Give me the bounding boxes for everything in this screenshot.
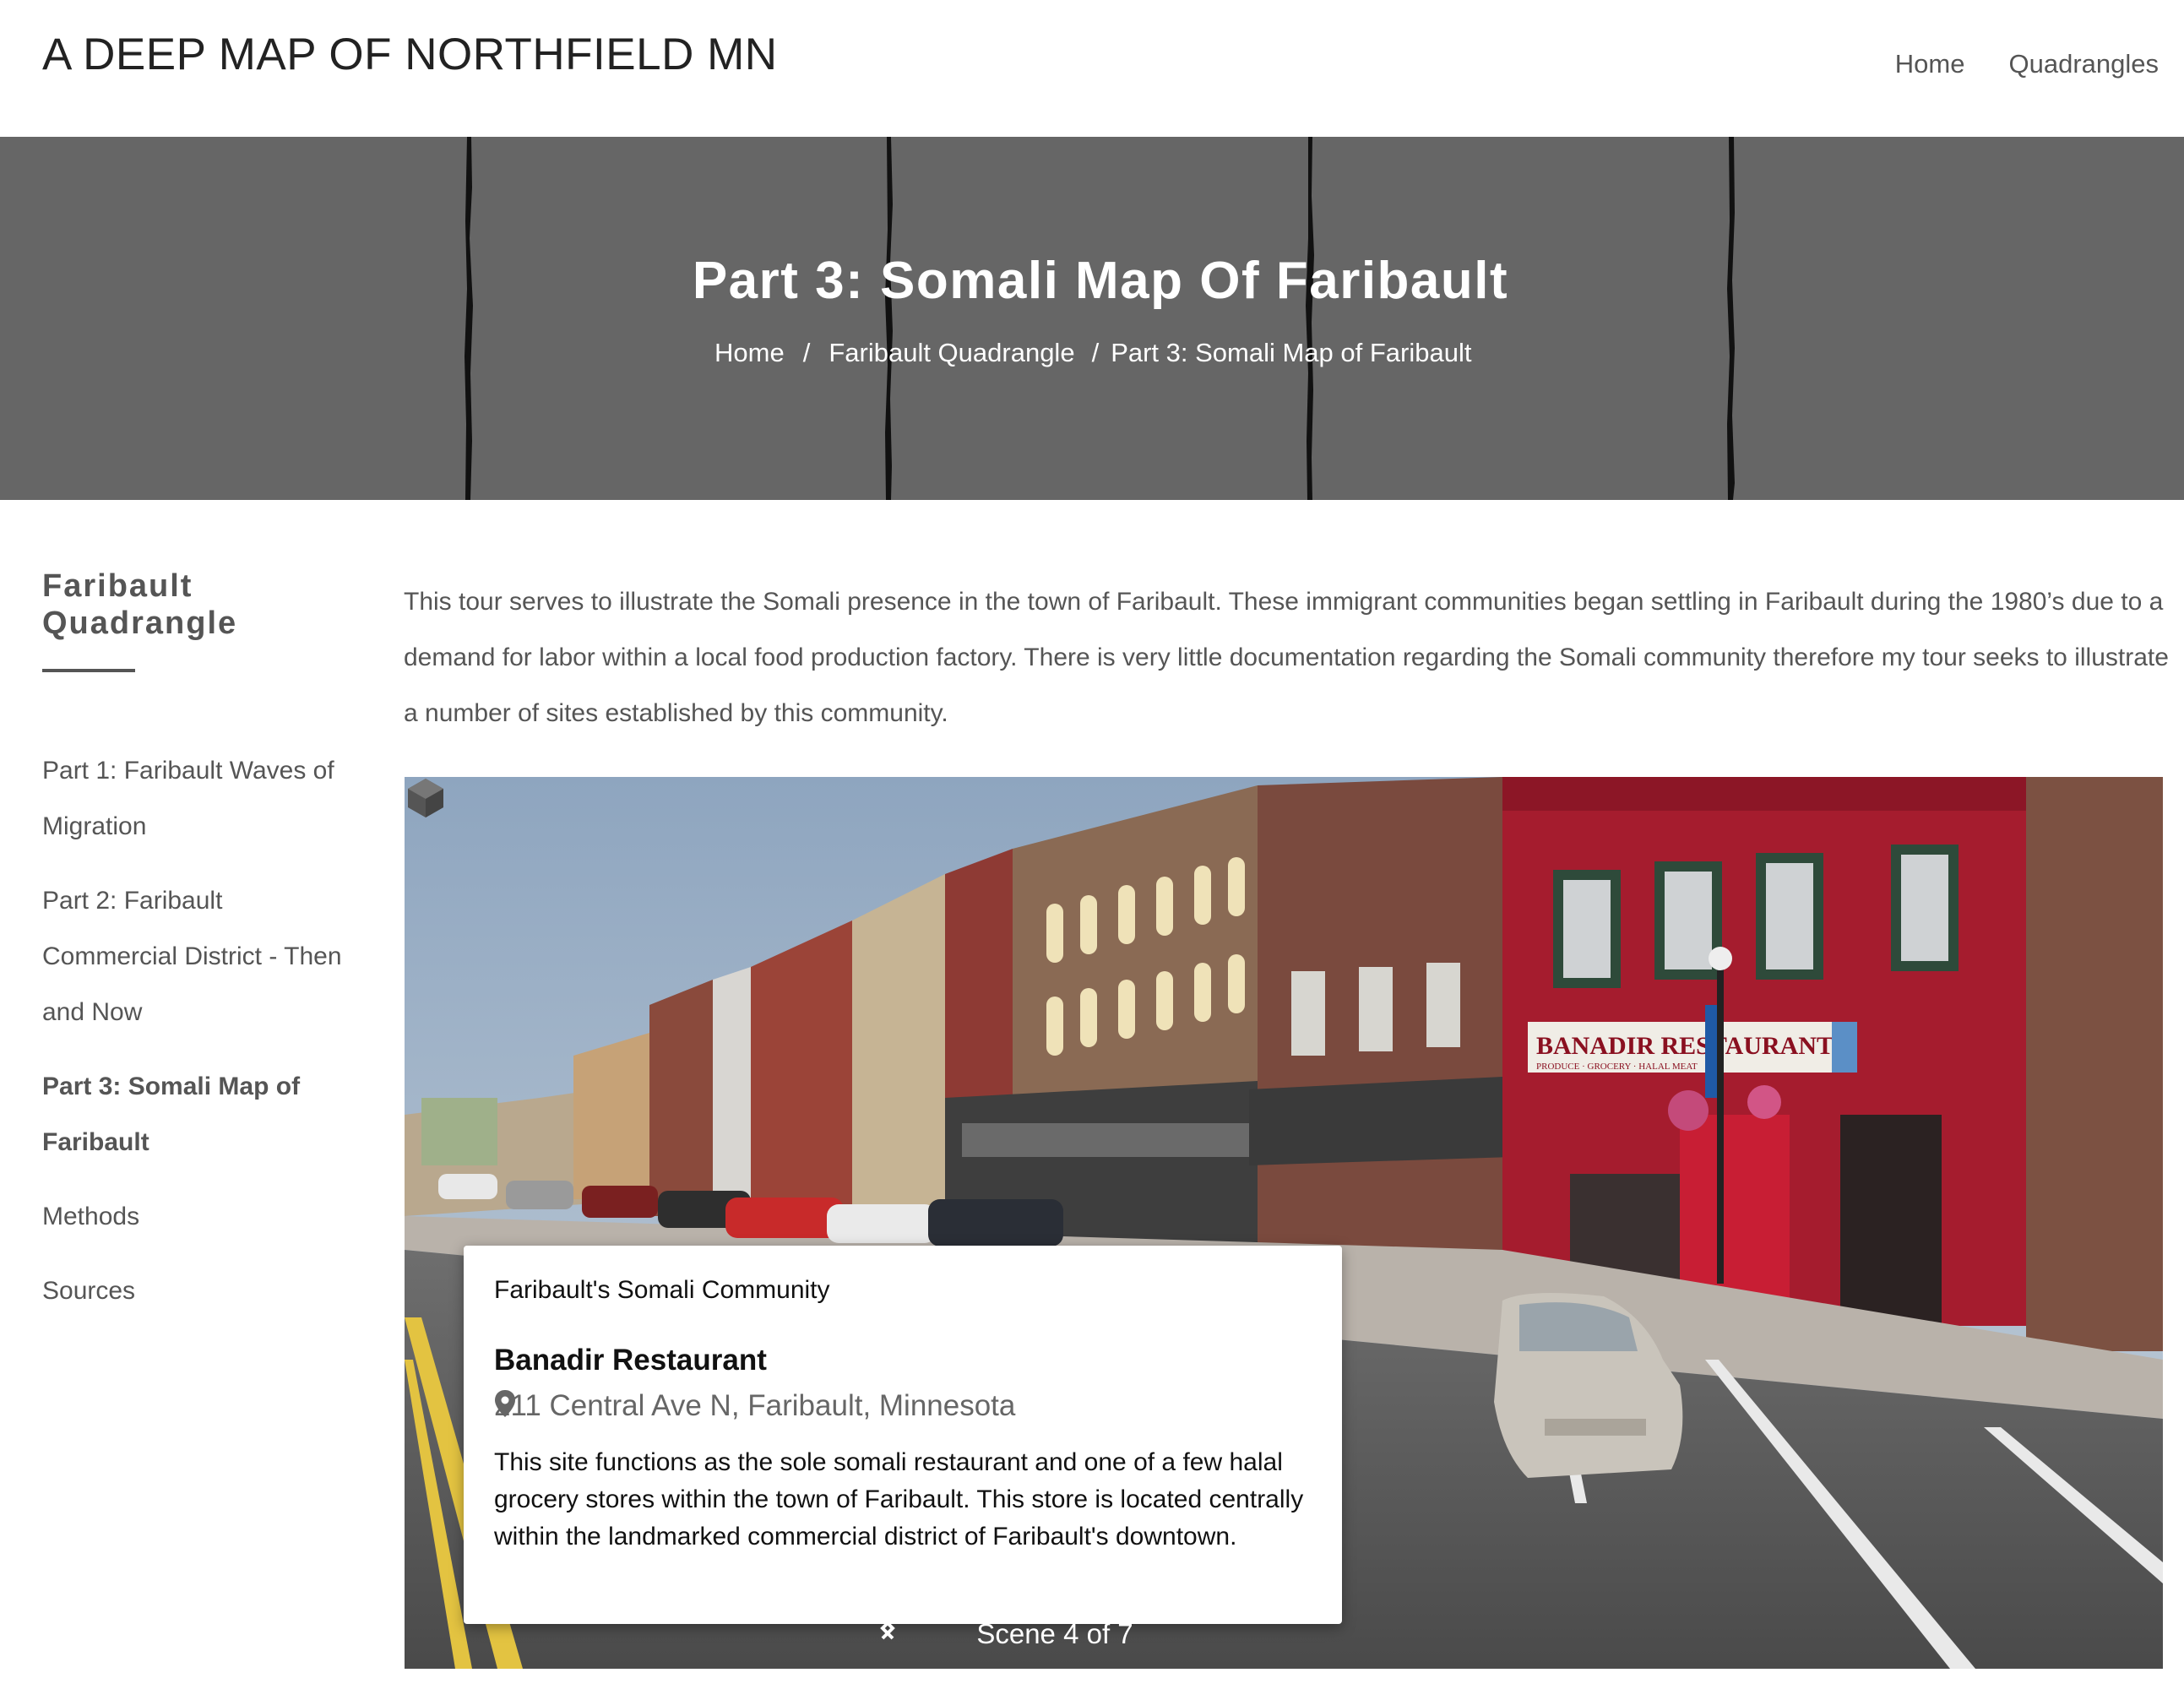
sidebar-divider bbox=[42, 669, 135, 672]
main-nav: Home Quadrangles bbox=[1895, 49, 2159, 79]
hero-texture-stripe bbox=[881, 137, 898, 500]
breadcrumb-current: Part 3: Somali Map of Faribault bbox=[1111, 338, 1472, 367]
breadcrumb-home[interactable]: Home bbox=[714, 338, 785, 368]
sidebar-title: Faribault Quadrangle bbox=[42, 568, 238, 641]
sidebar-item-sources[interactable]: Sources bbox=[42, 1263, 363, 1319]
page-title: Part 3: Somali Map Of Faribault bbox=[692, 252, 1509, 310]
breadcrumb-separator: / bbox=[802, 338, 811, 367]
breadcrumb-quadrangle[interactable]: Faribault Quadrangle bbox=[829, 338, 1074, 368]
scene-counter: Scene 4 of 7 bbox=[976, 1618, 1133, 1649]
hero-texture-stripe bbox=[1723, 137, 1740, 500]
map-pin-icon bbox=[495, 1390, 515, 1417]
breadcrumb: Home / Faribault Quadrangle / Part 3: So… bbox=[714, 338, 1471, 368]
page-hero: Part 3: Somali Map Of Faribault Home / F… bbox=[0, 137, 2184, 500]
sidebar-item-part-1[interactable]: Part 1: Faribault Waves of Migration bbox=[42, 743, 363, 855]
hero-texture-stripe bbox=[460, 137, 477, 500]
location-description: This site functions as the sole somali r… bbox=[494, 1448, 1304, 1551]
location-name: Banadir Restaurant bbox=[494, 1344, 767, 1377]
hero-texture-stripe bbox=[1301, 137, 1318, 500]
nav-quadrangles[interactable]: Quadrangles bbox=[2008, 49, 2159, 79]
sidebar-item-part-2[interactable]: Part 2: Faribault Commercial District - … bbox=[42, 873, 363, 1040]
nav-home[interactable]: Home bbox=[1895, 49, 1965, 79]
intro-paragraph: This tour serves to illustrate the Somal… bbox=[404, 588, 2169, 727]
cube-icon[interactable] bbox=[405, 777, 447, 819]
storefront-sign: BANADIR RESTAURANT bbox=[1536, 1032, 1834, 1060]
chevron-right-icon[interactable] bbox=[877, 1613, 898, 1643]
site-title[interactable]: A DEEP MAP OF NORTHFIELD MN bbox=[42, 29, 778, 80]
location-address: 211 Central Ave N, Faribault, Minnesota bbox=[494, 1389, 1015, 1423]
sidebar-item-part-3[interactable]: Part 3: Somali Map of Faribault bbox=[42, 1059, 363, 1170]
sidebar: Faribault Quadrangle Part 1: Faribault W… bbox=[42, 568, 363, 1338]
scene-navigation: Scene 4 of 7 bbox=[877, 1613, 1232, 1655]
site-header: A DEEP MAP OF NORTHFIELD MN Home Quadran… bbox=[0, 0, 2184, 137]
storefront-subsign: PRODUCE · GROCERY · HALAL MEAT bbox=[1536, 1062, 1698, 1072]
breadcrumb-separator: / bbox=[1091, 338, 1100, 367]
address-text: 211 Central Ave N, Faribault, Minnesota bbox=[494, 1389, 1016, 1422]
sidebar-nav: Part 1: Faribault Waves of Migration Par… bbox=[42, 743, 363, 1319]
tour-title: Faribault's Somali Community bbox=[494, 1276, 830, 1304]
scene-info-card: Faribault's Somali Community Banadir Res… bbox=[464, 1246, 1342, 1624]
sidebar-item-methods[interactable]: Methods bbox=[42, 1189, 363, 1245]
street-view-tour[interactable]: BANADIR RESTAURANT PRODUCE · GROCERY · H… bbox=[405, 777, 2163, 1669]
